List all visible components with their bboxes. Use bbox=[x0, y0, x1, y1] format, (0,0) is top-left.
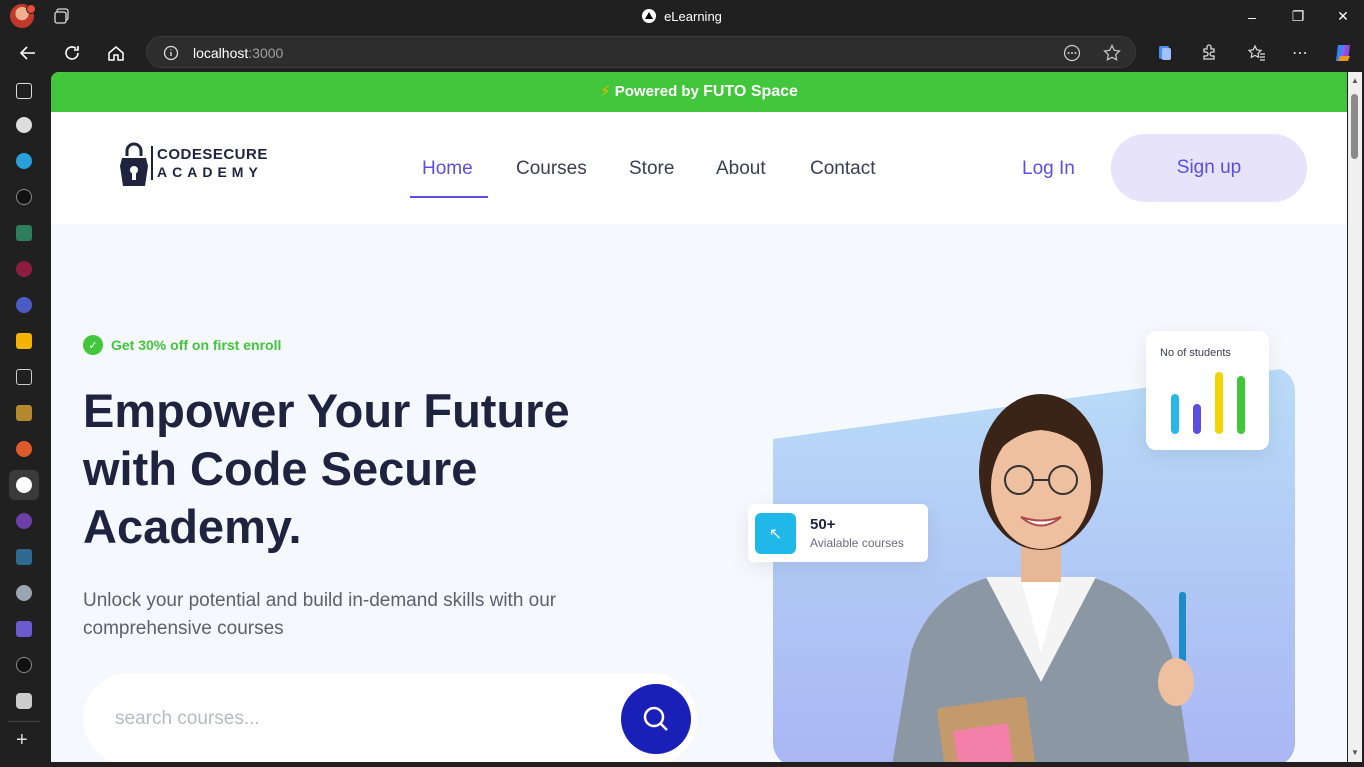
signup-button[interactable]: Sign up bbox=[1111, 134, 1307, 202]
students-label: No of students bbox=[1160, 347, 1231, 359]
back-arrow-icon bbox=[19, 46, 35, 60]
arrow-up-left-icon: ↖ bbox=[755, 513, 796, 554]
nav-active-indicator bbox=[410, 196, 488, 198]
logo-divider bbox=[151, 146, 153, 180]
address-bar[interactable]: localhost:3000 bbox=[146, 36, 1136, 68]
settings-more-icon[interactable]: ⋯ bbox=[1292, 43, 1309, 63]
home-button[interactable] bbox=[102, 39, 130, 67]
nav-store[interactable]: Store bbox=[629, 158, 674, 180]
sidebar-app2-icon[interactable] bbox=[16, 297, 32, 313]
sidebar-supabase-icon[interactable] bbox=[16, 225, 32, 241]
favorite-star-icon[interactable] bbox=[1103, 44, 1121, 62]
students-bar bbox=[1215, 372, 1223, 434]
address-port: :3000 bbox=[248, 45, 284, 61]
sidebar-wordpress-icon[interactable] bbox=[16, 585, 32, 601]
sidebar-app6-icon[interactable] bbox=[16, 693, 32, 709]
site-favicon-icon bbox=[642, 9, 657, 23]
back-button[interactable] bbox=[14, 39, 42, 67]
discount-badge: ✓ Get 30% off on first enroll bbox=[83, 335, 281, 355]
courses-stat-card: ↖ 50+ Avialable courses bbox=[748, 504, 928, 562]
refresh-icon bbox=[65, 46, 79, 60]
window-title-text: eLearning bbox=[664, 9, 722, 24]
padlock-logo-icon bbox=[120, 142, 148, 186]
sidebar-document-icon[interactable] bbox=[16, 369, 32, 385]
browser-sidebar: + bbox=[0, 73, 50, 767]
site-logo[interactable]: CODESECURE ACADEMY bbox=[119, 138, 269, 190]
logo-text-line2: ACADEMY bbox=[157, 164, 263, 180]
search-icon bbox=[643, 706, 668, 731]
extensions-icon[interactable] bbox=[1200, 44, 1218, 62]
lightning-icon: ⚡ bbox=[600, 83, 611, 100]
web-page: ⚡ Powered by FUTO Space CODESECURE ACADE… bbox=[51, 72, 1347, 762]
more-tools-icon[interactable] bbox=[1063, 44, 1081, 62]
sidebar-app-icon[interactable] bbox=[16, 261, 32, 277]
minimize-button[interactable]: – bbox=[1229, 0, 1275, 33]
sidebar-app5-icon[interactable] bbox=[16, 657, 32, 673]
window-title: eLearning bbox=[0, 9, 1364, 24]
favorites-bar-icon[interactable] bbox=[1248, 44, 1266, 62]
scroll-thumb[interactable] bbox=[1351, 94, 1358, 159]
logo-text-line1: CODESECURE bbox=[157, 146, 268, 163]
address-text[interactable]: localhost:3000 bbox=[193, 45, 283, 61]
nav-home[interactable]: Home bbox=[422, 158, 473, 180]
promo-banner: ⚡ Powered by FUTO Space bbox=[51, 72, 1347, 112]
refresh-button[interactable] bbox=[58, 39, 86, 67]
sidebar-app3-icon[interactable] bbox=[16, 513, 32, 529]
restore-button[interactable]: ❐ bbox=[1275, 0, 1321, 33]
sidebar-telegram-icon[interactable] bbox=[16, 153, 32, 169]
sidebar-ads-icon[interactable] bbox=[16, 333, 32, 349]
sidebar-vercel-icon[interactable] bbox=[16, 189, 32, 205]
promo-brand[interactable]: FUTO Space bbox=[703, 83, 798, 100]
course-search bbox=[83, 673, 697, 762]
scroll-down-icon[interactable]: ▼ bbox=[1351, 748, 1359, 757]
sidebar-box-icon[interactable] bbox=[16, 405, 32, 421]
sidebar-tabs-icon[interactable] bbox=[16, 83, 32, 99]
sidebar-elearning-icon[interactable] bbox=[16, 477, 32, 493]
collections-icon[interactable] bbox=[1156, 44, 1174, 62]
students-bar bbox=[1237, 376, 1245, 434]
students-bar bbox=[1193, 404, 1201, 434]
login-link[interactable]: Log In bbox=[1022, 158, 1075, 180]
students-bar bbox=[1171, 394, 1179, 434]
students-stat-card: No of students bbox=[1146, 331, 1269, 450]
promo-text: Powered by bbox=[614, 83, 704, 100]
browser-toolbar: localhost:3000 ⋯ bbox=[0, 33, 1364, 73]
nav-about[interactable]: About bbox=[716, 158, 766, 180]
hero-title: Empower Your Future with Code Secure Aca… bbox=[83, 384, 570, 553]
home-icon bbox=[108, 46, 124, 61]
check-seal-icon: ✓ bbox=[83, 335, 103, 355]
page-scrollbar[interactable]: ▲ ▼ bbox=[1348, 72, 1362, 762]
copilot-icon[interactable] bbox=[1332, 42, 1354, 64]
sidebar-te-icon[interactable] bbox=[16, 549, 32, 565]
sidebar-add-icon[interactable]: + bbox=[16, 730, 28, 750]
nav-courses[interactable]: Courses bbox=[516, 158, 587, 180]
search-button[interactable] bbox=[621, 684, 691, 754]
hero-subtitle: Unlock your potential and build in-deman… bbox=[83, 590, 557, 639]
courses-count: 50+ bbox=[810, 516, 836, 533]
close-window-button[interactable]: ✕ bbox=[1320, 0, 1364, 33]
sidebar-link-icon[interactable] bbox=[16, 441, 32, 457]
sidebar-divider bbox=[8, 721, 40, 722]
sidebar-openai-icon[interactable] bbox=[16, 117, 32, 133]
scroll-up-icon[interactable]: ▲ bbox=[1351, 76, 1359, 85]
nav-contact[interactable]: Contact bbox=[810, 158, 875, 180]
sidebar-app4-icon[interactable] bbox=[16, 621, 32, 637]
info-icon[interactable] bbox=[163, 45, 179, 61]
courses-label: Avialable courses bbox=[810, 536, 904, 550]
search-input[interactable] bbox=[115, 701, 565, 737]
discount-text: Get 30% off on first enroll bbox=[111, 337, 282, 353]
address-host: localhost bbox=[193, 45, 249, 61]
browser-titlebar: eLearning – ❐ ✕ bbox=[0, 0, 1364, 33]
